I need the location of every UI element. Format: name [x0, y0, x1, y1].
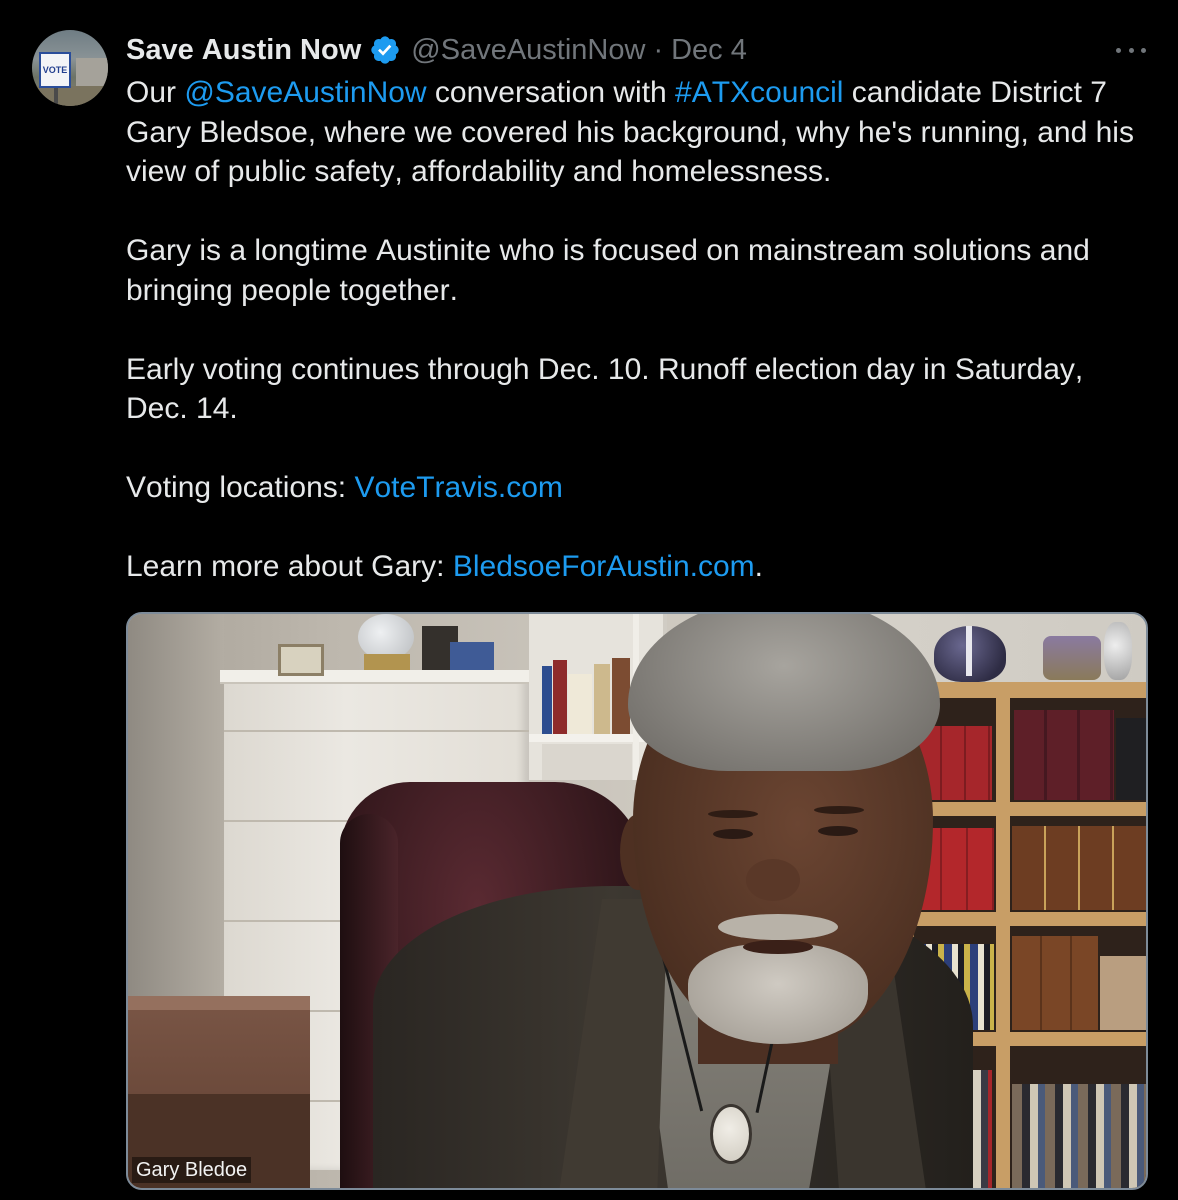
book-row: [1100, 956, 1146, 1030]
tweet-paragraph-intro: Our @SaveAustinNow conversation with #AT…: [126, 73, 1142, 192]
verified-badge-icon[interactable]: [369, 34, 401, 66]
avatar-building: [76, 58, 108, 86]
tweet-paragraph-learn-more: Learn more about Gary: BledsoeForAustin.…: [126, 547, 1142, 587]
person-eyebrow: [814, 806, 864, 814]
mention-link[interactable]: @SaveAustinNow: [184, 76, 426, 109]
tweet-header: Save Austin Now @SaveAustinNow · Dec 4: [126, 30, 747, 70]
book: [612, 658, 630, 734]
avatar-sign-text: VOTE: [42, 65, 68, 75]
author-avatar[interactable]: VOTE: [32, 30, 108, 106]
book: [542, 666, 552, 734]
person-beard: [688, 944, 868, 1044]
author-handle[interactable]: @SaveAustinNow: [411, 34, 645, 67]
more-dot: [1128, 47, 1134, 53]
book: [594, 664, 610, 734]
tweet-paragraph-about: Gary is a longtime Austinite who is focu…: [126, 234, 1090, 307]
more-dot: [1141, 47, 1146, 53]
tweet-text: Our @SaveAustinNow conversation with #AT…: [126, 73, 1142, 626]
blue-box: [450, 642, 494, 670]
hashtag-link[interactable]: #ATXcouncil: [675, 76, 843, 109]
book-row: [1116, 718, 1146, 800]
text-segment: .: [754, 550, 763, 583]
shelf-drawer: [542, 744, 632, 780]
avatar-ground: [32, 86, 108, 106]
text-segment: Voting locations:: [126, 471, 355, 504]
person-eye: [818, 826, 858, 836]
text-segment: conversation with: [426, 76, 676, 109]
desk-top: [128, 996, 310, 1010]
book-row: [1012, 1084, 1146, 1188]
more-icon[interactable]: [1116, 45, 1146, 55]
more-dot: [1116, 47, 1121, 53]
trophy-base: [364, 654, 410, 670]
avatar-sign-post: [54, 86, 58, 106]
votetravis-link[interactable]: VoteTravis.com: [354, 471, 562, 504]
helmet-stripe: [966, 626, 972, 676]
header-separator: ·: [653, 33, 664, 66]
photo-frame: [278, 644, 324, 676]
shelf-trophy: [1043, 636, 1101, 680]
cabinet-drawer-seam: [224, 730, 529, 732]
book-row: [1012, 826, 1146, 910]
book-row: [1012, 936, 1098, 1030]
text-segment: Our: [126, 76, 185, 109]
video-media[interactable]: Gary Bledoe: [126, 612, 1148, 1190]
person-mouth: [743, 940, 813, 954]
person-nose: [746, 859, 800, 901]
tweet-paragraph-voting-dates: Early voting continues through Dec. 10. …: [126, 352, 1084, 426]
author-name[interactable]: Save Austin Now: [126, 34, 361, 67]
glass-award: [1104, 622, 1132, 680]
book: [568, 674, 592, 734]
tweet-paragraph-voting-locations: Voting locations: VoteTravis.com: [126, 468, 1142, 508]
text-segment: Learn more about Gary:: [126, 550, 453, 583]
tweet[interactable]: VOTE Save Austin Now @SaveAustinNow · De…: [0, 0, 1178, 1200]
person-eyebrow: [708, 810, 758, 818]
book-row: [1014, 710, 1114, 800]
video-participant-label: Gary Bledoe: [132, 1157, 252, 1183]
avatar-vote-sign: VOTE: [39, 52, 71, 88]
person-eye: [713, 829, 753, 839]
necklace-pendant: [710, 1104, 752, 1164]
bledsoe-link[interactable]: BledsoeForAustin.com: [453, 550, 755, 583]
person-hair: [628, 614, 940, 771]
person-mustache: [718, 914, 838, 940]
tweet-date[interactable]: Dec 4: [671, 34, 747, 67]
book: [553, 660, 567, 734]
file-cabinet-top: [220, 670, 533, 684]
